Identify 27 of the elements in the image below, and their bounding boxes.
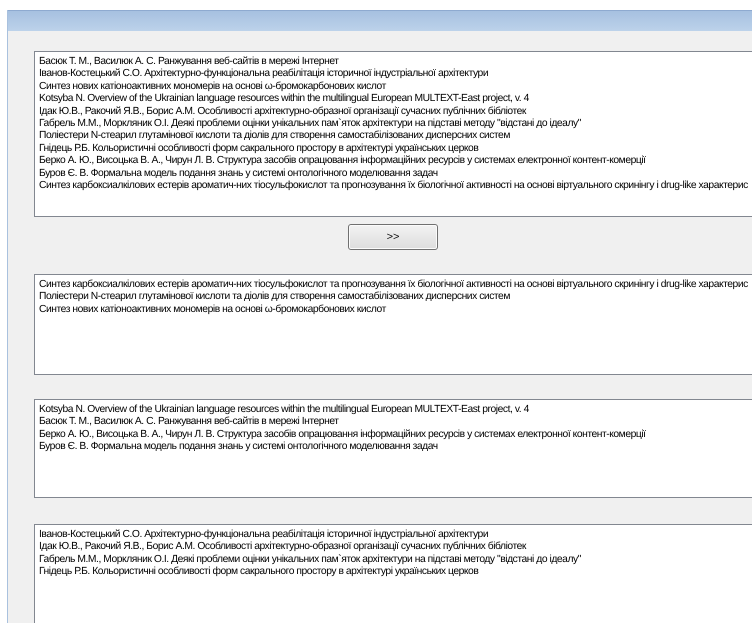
list-box[interactable] [34,51,752,217]
list-item[interactable]: Буров Є. В. Формальна модель подання знань у системі онтологічного моделювання задач [39,168,438,180]
list-item[interactable]: Поліестери N-стеарил глутамінової кислоти та діолів для створення самостабілізованих дисперсних систем [39,130,510,143]
list-item[interactable]: Басюк Т. М., Василюк А. С. Ранжування веб-сайтів в мережі Інтернет [39,416,339,429]
list-box[interactable] [34,399,752,498]
list-item[interactable]: Габрель М.М., Моркляник О.І. Деякі проблеми оцінки унікальних пам`яток архітектури на підставі методу "відстані до ідеалу" [39,554,581,566]
list-item[interactable]: Kotsyba N. Overview of the Ukrainian language resources within the multilingual European MULTEXT-East project, v. 4 [39,404,529,416]
list-item[interactable]: Синтез карбоксиалкілових естерів ароматич-них тіосульфокислот та прогнозування їх біологічної активності на основі віртуального скринінгу і drug-like характерис [39,180,748,192]
list-item[interactable]: Буров Є. В. Формальна модель подання знань у системі онтологічного моделювання задач [39,441,438,454]
list-item[interactable]: Поліестери N-стеарил глутамінової кислоти та діолів для створення самостабілізованих дисперсних систем [39,291,510,304]
list-box[interactable] [34,524,752,623]
list-item[interactable]: Берко А. Ю., Висоцька В. А., Чирун Л. В. Структура засобів опрацювання інформаційних ресурсів у системах електронної контент-комерції [39,428,646,442]
move-right-button[interactable]: >> [348,224,438,250]
list-item[interactable]: Габрель М.М., Моркляник О.І. Деякі проблеми оцінки унікальних пам`яток архітектури на підставі методу "відстані до ідеалу" [39,118,581,130]
list-box[interactable] [34,274,752,375]
list-item[interactable]: Гнідець Р.Б. Кольористичні особливості форм сакрального простору в архітектурі українських церков [39,142,478,156]
list-item[interactable]: Іванов-Костецький С.О. Архітектурно-функціональна реабілітація історичної індустріальної архітектури [39,68,488,81]
list-item[interactable]: Синтез карбоксиалкілових естерів ароматич-них тіосульфокислот та прогнозування їх біологічної активності на основі віртуального скринінгу і drug-like характерис [39,279,748,292]
list-item[interactable]: Синтез нових катіоноактивних мономерів на основі ω-бромокарбонових кислот [39,80,386,94]
list-item[interactable]: Ідак Ю.В., Ракочий Я.В., Борис А.М. Особливості архітектурно-образної організації сучасних публічних бібліотек [39,106,526,118]
list-item[interactable]: Гнідець Р.Б. Кольористичні особливості форм сакрального простору в архітектурі українських церков [39,566,478,579]
list-item[interactable]: Басюк Т. М., Василюк А. С. Ранжування веб-сайтів в мережі Інтернет [39,56,339,68]
list-item[interactable]: Іванов-Костецький С.О. Архітектурно-функціональна реабілітація історичної індустріальної архітектури [39,529,488,542]
list-item[interactable]: Синтез нових катіоноактивних мономерів на основі ω-бромокарбонових кислот [39,304,386,316]
list-item[interactable]: Берко А. Ю., Висоцька В. А., Чирун Л. В. Структура засобів опрацювання інформаційних ресурсів у системах електронної контент-комерції [39,155,646,168]
list-item[interactable]: Ідак Ю.В., Ракочий Я.В., Борис А.М. Особливості архітектурно-образної організації сучасних публічних бібліотек [39,541,526,554]
list-item[interactable]: Kotsyba N. Overview of the Ukrainian language resources within the multilingual European MULTEXT-East project, v. 4 [39,93,529,106]
